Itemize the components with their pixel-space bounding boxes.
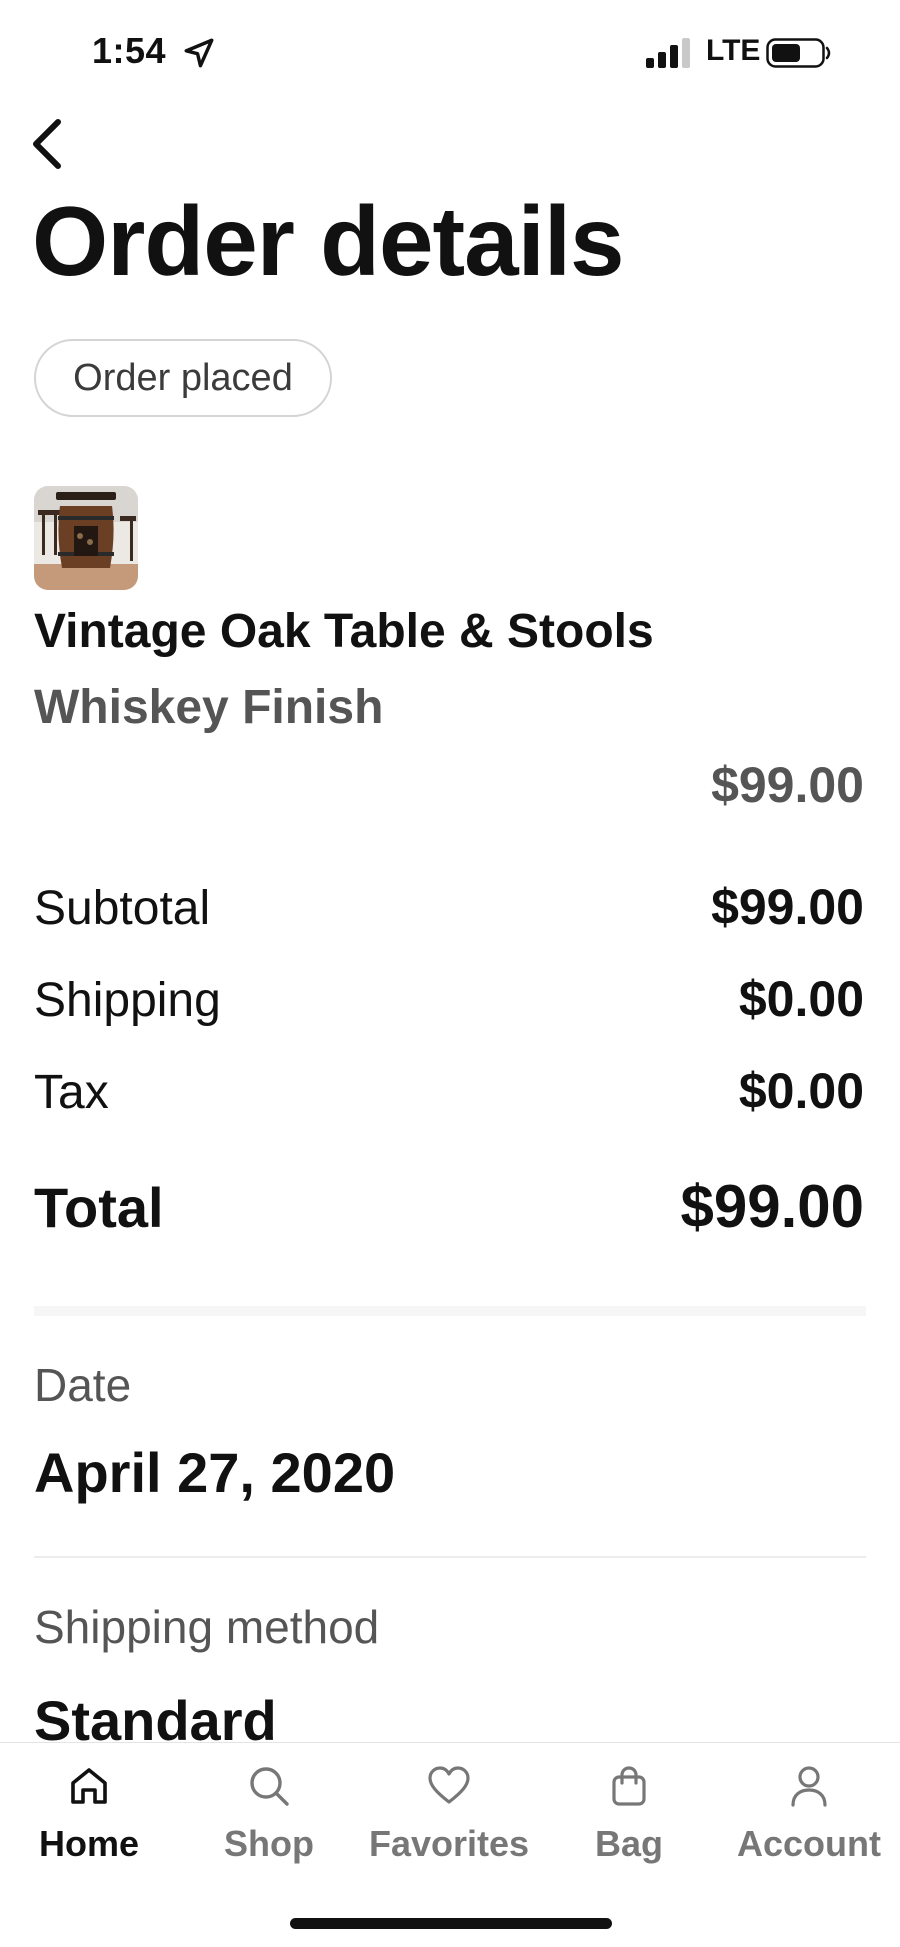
shipping-value: $0.00: [738, 971, 864, 1027]
search-icon: [250, 1767, 289, 1806]
tab-favorites[interactable]: Favorites: [364, 1763, 534, 1873]
shipping-row: Shipping $0.00: [34, 970, 864, 1028]
date-label: Date: [34, 1359, 132, 1411]
bottom-tab-bar: Home Shop Favorites Bag Account: [0, 1742, 900, 1947]
product-thumbnail[interactable]: [34, 486, 138, 590]
tab-bag[interactable]: Bag: [544, 1763, 714, 1873]
shipping-label: Shipping: [34, 974, 221, 1027]
tax-row: Tax $0.00: [34, 1062, 864, 1120]
status-bar: 1:54 LTE: [0, 0, 900, 110]
page-title: Order details: [32, 186, 625, 296]
person-icon: [791, 1766, 827, 1807]
product-name[interactable]: Vintage Oak Table & Stools: [34, 604, 654, 659]
row-divider: [34, 1556, 866, 1558]
total-row: Total $99.00: [34, 1172, 864, 1241]
product-variant: Whiskey Finish: [34, 681, 384, 734]
tab-account-label: Account: [737, 1823, 881, 1864]
home-indicator: [290, 1918, 612, 1929]
status-time: 1:54: [92, 30, 167, 71]
tab-shop[interactable]: Shop: [184, 1763, 354, 1873]
total-label: Total: [34, 1176, 164, 1239]
tab-favorites-label: Favorites: [368, 1823, 530, 1864]
subtotal-label: Subtotal: [34, 882, 211, 935]
tax-value: $0.00: [738, 1063, 864, 1119]
tab-account[interactable]: Account: [724, 1763, 894, 1873]
home-icon: [71, 1768, 107, 1804]
total-value: $99.00: [680, 1173, 864, 1240]
tab-home-label: Home: [38, 1823, 140, 1864]
barrel-table-photo: [34, 486, 138, 590]
tab-shop-label: Shop: [224, 1823, 314, 1864]
bag-icon: [612, 1766, 646, 1806]
tab-bag-label: Bag: [594, 1823, 663, 1864]
order-details-screen: 1:54 LTE Order details Order placed Vint…: [0, 0, 900, 1947]
date-value: April 27, 2020: [34, 1441, 396, 1504]
section-divider: [34, 1306, 866, 1316]
product-price: $99.00: [711, 757, 864, 813]
heart-icon: [428, 1766, 470, 1804]
battery-icon: [766, 38, 831, 68]
tax-label: Tax: [34, 1066, 109, 1119]
subtotal-row: Subtotal $99.00: [34, 878, 864, 936]
back-button[interactable]: [22, 112, 82, 176]
chevron-left-icon: [33, 119, 61, 169]
tab-home[interactable]: Home: [4, 1763, 174, 1873]
order-status-badge: Order placed: [34, 339, 332, 417]
subtotal-value: $99.00: [711, 879, 864, 935]
shipping-method-label: Shipping method: [34, 1601, 380, 1653]
location-arrow-icon: [184, 38, 214, 68]
cellular-signal-icon: [646, 38, 690, 68]
network-type: LTE: [706, 34, 761, 67]
